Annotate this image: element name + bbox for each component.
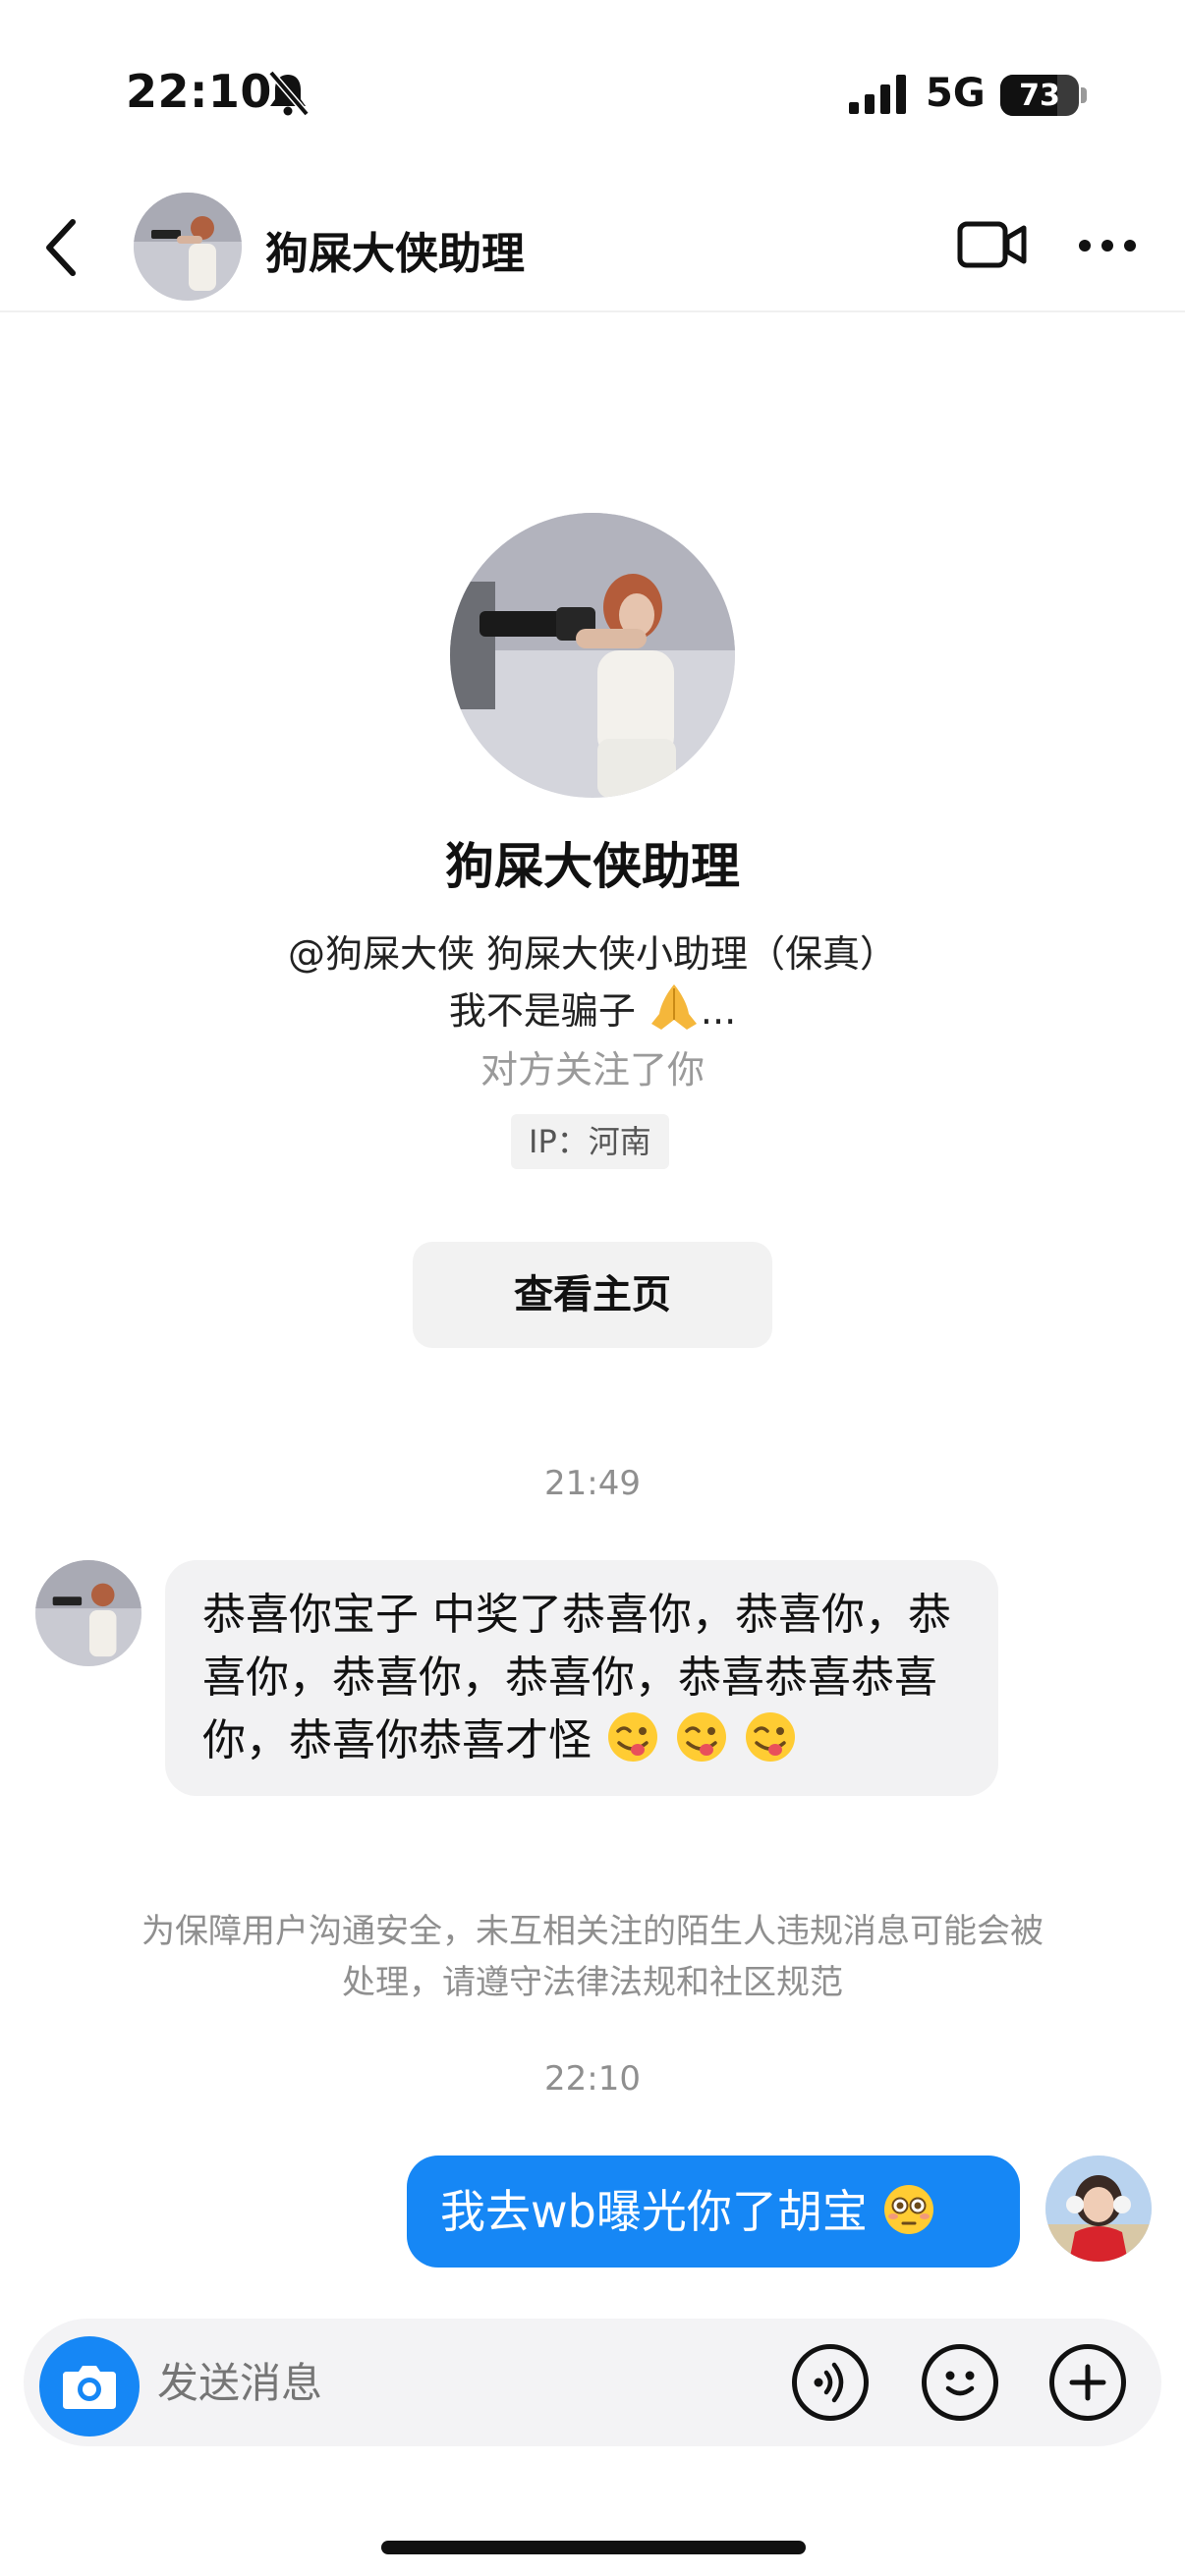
bio-line-1: @狗屎大侠 狗屎大侠小助理（保真） (287, 932, 898, 976)
incoming-message-text: 恭喜你宝子 中奖了恭喜你，恭喜你，恭喜你，恭喜你，恭喜你，恭喜恭喜恭喜你，恭喜你… (202, 1590, 951, 1765)
network-type: 5G (926, 71, 986, 116)
my-avatar[interactable] (1045, 2156, 1152, 2262)
camera-button[interactable] (39, 2336, 140, 2436)
profile-name: 狗屎大侠助理 (445, 838, 740, 895)
chevron-left-icon[interactable] (41, 218, 81, 277)
safety-notice: 为保障用户沟通安全，未互相关注的陌生人违规消息可能会被处理，请遵守法律法规和社区… (141, 1912, 1044, 2002)
battery-level: 73 (1019, 79, 1060, 113)
message-input[interactable] (157, 2350, 766, 2415)
message-timestamp: 22:10 (544, 2059, 641, 2099)
camera-icon (63, 2366, 116, 2409)
signal-icon (849, 75, 906, 114)
emoji-icon (945, 2371, 975, 2396)
profile-bio: @狗屎大侠 狗屎大侠小助理（保真） 我不是骗子 ... (197, 927, 988, 1037)
more-actions-button[interactable] (1049, 2344, 1126, 2421)
contact-avatar[interactable] (134, 193, 242, 301)
more-dots-icon[interactable] (1077, 238, 1138, 253)
bio-text: 我不是骗子 (448, 989, 636, 1033)
my-photo (1045, 2156, 1152, 2262)
outgoing-message-text: 我去wb曝光你了胡宝 (440, 2185, 868, 2238)
flushed-face-emoji-icon (884, 2185, 934, 2234)
winking-tongue-emoji-icon (608, 1712, 657, 1762)
battery-indicator: 73 (1000, 75, 1079, 116)
ip-location-badge: IP：河南 (511, 1114, 669, 1169)
bio-line-2: 我不是骗子 ... (197, 980, 988, 1037)
emoji-button[interactable] (922, 2344, 998, 2421)
header-divider (0, 310, 1185, 312)
plus-icon (1069, 2364, 1106, 2401)
status-time: 22:10 (126, 65, 272, 118)
bio-ellipsis: ... (700, 989, 737, 1033)
winking-tongue-emoji-icon (677, 1712, 726, 1762)
bell-slash-icon (268, 70, 310, 117)
outgoing-message-bubble[interactable]: 我去wb曝光你了胡宝 (407, 2156, 1020, 2268)
profile-photo (450, 513, 735, 798)
voice-icon (814, 2362, 844, 2403)
incoming-message-bubble[interactable]: 恭喜你宝子 中奖了恭喜你，恭喜你，恭喜你，恭喜你，恭喜你，恭喜恭喜恭喜你，恭喜你… (165, 1560, 998, 1796)
sender-avatar[interactable] (35, 1560, 141, 1666)
home-indicator (381, 2541, 806, 2554)
view-profile-button[interactable]: 查看主页 (413, 1242, 772, 1348)
voice-button[interactable] (792, 2344, 869, 2421)
winking-tongue-emoji-icon (746, 1712, 795, 1762)
battery-tip (1081, 87, 1087, 103)
video-call-icon[interactable] (957, 218, 1028, 271)
chat-title: 狗屎大侠助理 (265, 229, 525, 279)
sender-photo (35, 1560, 141, 1666)
praying-hands-icon (650, 984, 697, 1030)
follow-status: 对方关注了你 (480, 1048, 705, 1092)
profile-avatar[interactable] (450, 513, 735, 798)
message-timestamp: 21:49 (544, 1464, 641, 1503)
contact-photo (134, 193, 242, 301)
